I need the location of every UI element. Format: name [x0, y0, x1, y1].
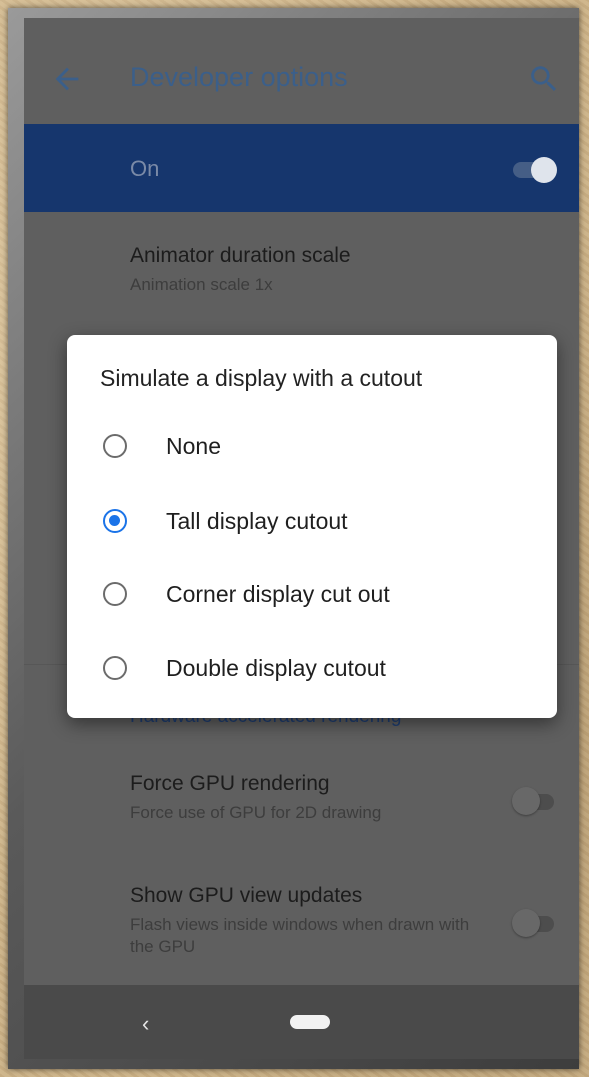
nav-back-button[interactable]: ‹ — [142, 1011, 149, 1037]
setting-summary: Force use of GPU for 2D drawing — [130, 803, 382, 822]
dialog-title: Simulate a display with a cutout — [100, 365, 423, 391]
setting-summary: Flash views inside windows when drawn wi… — [130, 915, 470, 956]
setting-title: Show GPU view updates — [130, 884, 363, 907]
radio-checked-icon[interactable] — [103, 509, 127, 533]
force-gpu-toggle[interactable] — [512, 786, 558, 816]
option-tall-display-cutout[interactable]: Tall display cutout — [67, 495, 557, 551]
navigation-bar: ‹ — [24, 985, 579, 1059]
radio-unchecked-icon[interactable] — [103, 582, 127, 606]
master-toggle[interactable] — [511, 156, 557, 183]
setting-summary: Animation scale 1x — [130, 275, 273, 294]
option-label: Corner display cut out — [166, 581, 390, 607]
toggle-thumb — [531, 157, 557, 183]
option-label: None — [166, 433, 221, 459]
setting-force-gpu-rendering[interactable]: Force GPU rendering Force use of GPU for… — [130, 772, 381, 824]
page-title: Developer options — [130, 62, 348, 92]
arrow-left-icon[interactable] — [50, 62, 84, 96]
radio-unchecked-icon[interactable] — [103, 656, 127, 680]
option-label: Double display cutout — [166, 655, 386, 681]
radio-unchecked-icon[interactable] — [103, 434, 127, 458]
picture-frame: Developer options On Animator duration s… — [8, 8, 579, 1069]
search-icon[interactable] — [527, 62, 561, 96]
option-corner-display-cut-out[interactable]: Corner display cut out — [67, 568, 557, 624]
setting-show-gpu-view-updates[interactable]: Show GPU view updates Flash views inside… — [130, 884, 490, 958]
gpu-view-updates-toggle[interactable] — [512, 908, 558, 938]
phone-screen: Developer options On Animator duration s… — [24, 18, 579, 1059]
home-pill-icon[interactable] — [290, 1015, 330, 1029]
master-switch-row[interactable]: On — [24, 124, 579, 212]
toggle-thumb — [512, 909, 540, 937]
toggle-thumb — [512, 787, 540, 815]
setting-title: Force GPU rendering — [130, 772, 330, 795]
setting-title: Animator duration scale — [130, 244, 351, 267]
setting-animator-duration-scale[interactable]: Animator duration scale Animation scale … — [130, 244, 351, 296]
master-switch-label: On — [130, 156, 160, 181]
radio-dot — [109, 515, 120, 526]
option-label: Tall display cutout — [166, 508, 348, 534]
cutout-dialog: Simulate a display with a cutout None Ta… — [67, 335, 557, 718]
option-none[interactable]: None — [67, 420, 557, 476]
app-bar: Developer options — [24, 18, 579, 124]
option-double-display-cutout[interactable]: Double display cutout — [67, 642, 557, 698]
